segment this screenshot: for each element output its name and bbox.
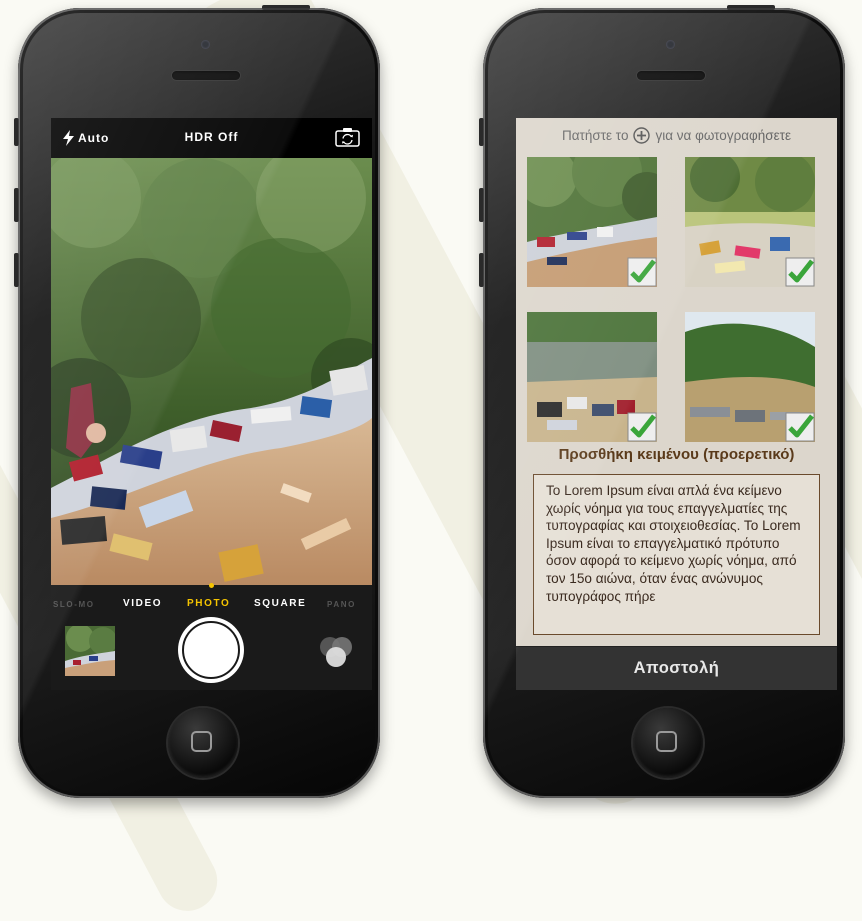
checkmark-icon (785, 412, 815, 442)
front-camera (666, 40, 675, 49)
app-screen: Πατήστε το για να φωτογραφήσετε Προσθήκη… (516, 118, 837, 690)
hint-text-after: για να φωτογραφήσετε (655, 128, 792, 143)
home-button[interactable] (633, 708, 703, 778)
mode-photo[interactable]: PHOTO (187, 598, 230, 609)
front-camera (201, 40, 210, 49)
photo-thumbnail[interactable] (685, 157, 815, 287)
photo-thumbnail[interactable] (527, 312, 657, 442)
flip-camera-icon[interactable] (335, 127, 360, 147)
camera-top-bar: Auto HDR Off (51, 118, 372, 158)
shutter-button[interactable] (178, 617, 244, 683)
photo-thumbnail[interactable] (685, 312, 815, 442)
checkmark-icon (627, 412, 657, 442)
photo-thumbnail[interactable] (527, 157, 657, 287)
photo-hint: Πατήστε το για να φωτογραφήσετε (516, 127, 837, 144)
hint-text-before: Πατήστε το (561, 128, 629, 143)
mode-slomo[interactable]: SLO-MO (53, 600, 95, 609)
checkmark-icon (627, 257, 657, 287)
send-button[interactable]: Αποστολή (516, 646, 837, 690)
volume-down-button[interactable] (14, 253, 19, 287)
camera-screen: Auto HDR Off SLO-MO VIDEO PHOTO SQUARE P… (51, 118, 372, 690)
camera-viewfinder[interactable] (51, 158, 372, 585)
phone-camera: Auto HDR Off SLO-MO VIDEO PHOTO SQUARE P… (14, 5, 380, 798)
mute-switch[interactable] (479, 118, 484, 146)
power-button[interactable] (727, 5, 775, 10)
speaker-grille (172, 71, 240, 80)
filters-icon[interactable] (316, 635, 356, 669)
mode-pano[interactable]: PANO (327, 600, 356, 609)
phone-app: Πατήστε το για να φωτογραφήσετε Προσθήκη… (479, 5, 845, 798)
text-input-area[interactable]: Το Lorem Ipsum είναι απλά ένα κείμενο χω… (533, 474, 820, 635)
active-mode-indicator (209, 583, 214, 588)
camera-bottom-bar: SLO-MO VIDEO PHOTO SQUARE PANO (51, 583, 372, 690)
section-title: Προσθήκη κειμένου (προερετικό) (558, 446, 795, 463)
home-square-icon (656, 731, 677, 752)
app-content: Πατήστε το για να φωτογραφήσετε Προσθήκη… (516, 118, 837, 690)
plus-circle-icon[interactable] (633, 127, 651, 144)
mode-square[interactable]: SQUARE (254, 598, 306, 609)
volume-down-button[interactable] (479, 253, 484, 287)
volume-up-button[interactable] (14, 188, 19, 222)
volume-up-button[interactable] (479, 188, 484, 222)
hdr-toggle[interactable]: HDR Off (51, 130, 372, 144)
checkmark-icon (785, 257, 815, 287)
mode-selector: SLO-MO VIDEO PHOTO SQUARE PANO (51, 598, 372, 614)
mode-video[interactable]: VIDEO (123, 598, 162, 609)
shutter-inner-ring (182, 621, 240, 679)
home-button[interactable] (168, 708, 238, 778)
send-button-label: Αποστολή (633, 659, 720, 677)
last-photo-thumbnail[interactable] (65, 626, 115, 676)
speaker-grille (637, 71, 705, 80)
mute-switch[interactable] (14, 118, 19, 146)
power-button[interactable] (262, 5, 310, 10)
home-square-icon (191, 731, 212, 752)
